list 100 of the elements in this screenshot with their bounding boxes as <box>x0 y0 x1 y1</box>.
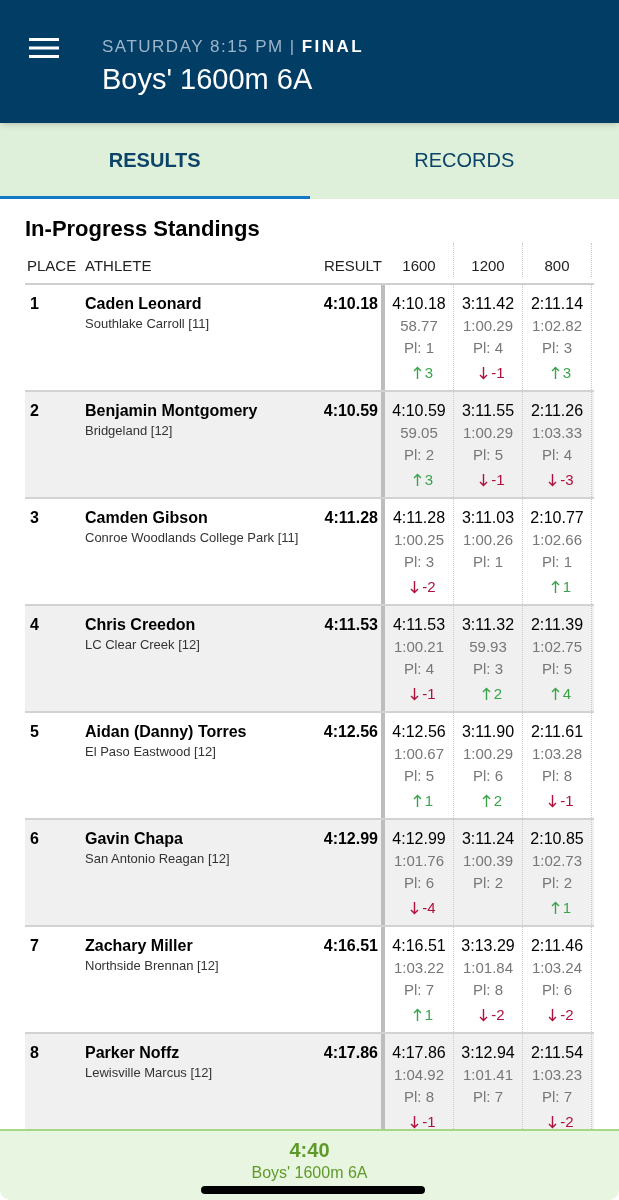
place-change: 2 <box>493 791 503 811</box>
place-change: 3 <box>562 363 572 383</box>
up-arrow-icon <box>412 794 422 808</box>
split-place: Pl: 8 <box>473 980 503 1000</box>
lap-time: 1:00.29 <box>462 316 513 336</box>
athlete-name: Camden Gibson <box>85 508 209 528</box>
split-time: 3:11.90 <box>461 722 515 742</box>
split-time: 2:11.46 <box>530 936 584 956</box>
split-time: 3:11.03 <box>461 508 515 528</box>
menu-icon[interactable] <box>29 38 59 58</box>
lap-time: 1:00.21 <box>393 637 444 657</box>
place: 7 <box>29 936 40 956</box>
down-arrow-icon <box>410 580 420 594</box>
place-change: 1 <box>424 1005 434 1025</box>
lap-time: 1:03.24 <box>531 958 582 978</box>
split-place: Pl: 1 <box>542 552 572 572</box>
result-time: 4:10.59 <box>322 401 379 421</box>
split-place: Pl: 8 <box>542 766 572 786</box>
up-arrow-icon <box>412 366 422 380</box>
up-arrow-icon <box>481 794 491 808</box>
school-name: El Paso Eastwood [12] <box>85 743 217 761</box>
section-title: In-Progress Standings <box>25 215 261 243</box>
place: 5 <box>29 722 40 742</box>
place-change: -4 <box>422 898 436 918</box>
place-change: 3 <box>424 470 434 490</box>
place-change: -1 <box>560 791 574 811</box>
split-time: 2:11.26 <box>530 401 584 421</box>
split-place: Pl: 3 <box>404 552 434 572</box>
athlete-name: Chris Creedon <box>85 615 197 635</box>
athlete-name: Aidan (Danny) Torres <box>85 722 248 742</box>
split-time: 3:12.94 <box>461 1043 515 1063</box>
lap-time: 1:00.39 <box>462 851 513 871</box>
split-time: 3:13.29 <box>461 936 515 956</box>
down-arrow-icon <box>548 1115 558 1129</box>
split-time: 3:11.55 <box>461 401 515 421</box>
up-arrow-icon <box>550 580 560 594</box>
bottom-event: Boys' 1600m 6A <box>251 1163 368 1183</box>
split-place: Pl: 2 <box>404 445 434 465</box>
place-change: -1 <box>422 684 436 704</box>
bottom-time: 4:40 <box>289 1138 330 1163</box>
school-name: Lewisville Marcus [12] <box>85 1064 214 1082</box>
separator: | <box>289 36 296 58</box>
result-time: 4:17.86 <box>322 1043 379 1063</box>
split-place: Pl: 4 <box>542 445 572 465</box>
split-time: 4:17.86 <box>392 1043 446 1063</box>
column-header: 1200 <box>471 255 505 276</box>
split-place: Pl: 7 <box>542 1087 572 1107</box>
split-place: Pl: 4 <box>404 659 434 679</box>
lap-time: 1:00.29 <box>462 423 513 443</box>
down-arrow-icon <box>410 901 420 915</box>
athlete-name: Parker Noffz <box>85 1043 181 1063</box>
place-change: 4 <box>562 684 572 704</box>
lap-time: 1:00.67 <box>393 744 444 764</box>
column-header: ATHLETE <box>85 255 153 276</box>
split-place: Pl: 2 <box>542 873 572 893</box>
split-place: Pl: 6 <box>542 980 572 1000</box>
lap-time: 1:01.76 <box>393 851 444 871</box>
tab[interactable]: RESULTS <box>0 123 310 199</box>
split-time: 3:11.32 <box>461 615 515 635</box>
up-arrow-icon <box>550 687 560 701</box>
up-arrow-icon <box>412 1008 422 1022</box>
place-change: 2 <box>493 684 503 704</box>
split-time: 2:10.85 <box>530 829 584 849</box>
result-time: 4:11.53 <box>323 615 379 635</box>
event-title: Boys' 1600m 6A <box>102 62 314 97</box>
column-header: RESULT <box>322 255 383 276</box>
lap-time: 1:00.26 <box>462 530 513 550</box>
result-time: 4:12.56 <box>322 722 379 742</box>
down-arrow-icon <box>548 473 558 487</box>
column-header: 1600 <box>402 255 436 276</box>
place: 3 <box>29 508 40 528</box>
tab[interactable]: RECORDS <box>309 123 619 199</box>
place-change: 1 <box>424 791 434 811</box>
split-time: 4:16.51 <box>392 936 446 956</box>
lap-time: 1:02.75 <box>531 637 582 657</box>
lap-time: 1:03.22 <box>393 958 444 978</box>
place-change: -3 <box>560 470 574 490</box>
event-status: FINAL <box>301 36 365 58</box>
down-arrow-icon <box>410 1115 420 1129</box>
school-name: LC Clear Creek [12] <box>85 636 201 654</box>
lap-time: 1:00.25 <box>393 530 444 550</box>
lap-time: 59.05 <box>400 423 438 443</box>
split-place: Pl: 3 <box>542 338 572 358</box>
split-time: 3:11.42 <box>461 294 515 314</box>
split-place: Pl: 6 <box>473 766 503 786</box>
up-arrow-icon <box>550 901 560 915</box>
lap-time: 1:02.73 <box>531 851 582 871</box>
lap-time: 1:02.82 <box>531 316 582 336</box>
split-time: 4:11.53 <box>392 615 446 635</box>
split-time: 4:12.56 <box>392 722 446 742</box>
split-place: Pl: 2 <box>473 873 503 893</box>
place-change: -1 <box>422 1112 436 1132</box>
split-place: Pl: 5 <box>542 659 572 679</box>
down-arrow-icon <box>548 1008 558 1022</box>
split-time: 4:11.28 <box>392 508 446 528</box>
place-change: -2 <box>560 1112 574 1132</box>
school-name: Southlake Carroll [11] <box>85 315 211 333</box>
result-time: 4:10.18 <box>322 294 379 314</box>
result-time: 4:16.51 <box>322 936 379 956</box>
place-change: 1 <box>562 577 572 597</box>
